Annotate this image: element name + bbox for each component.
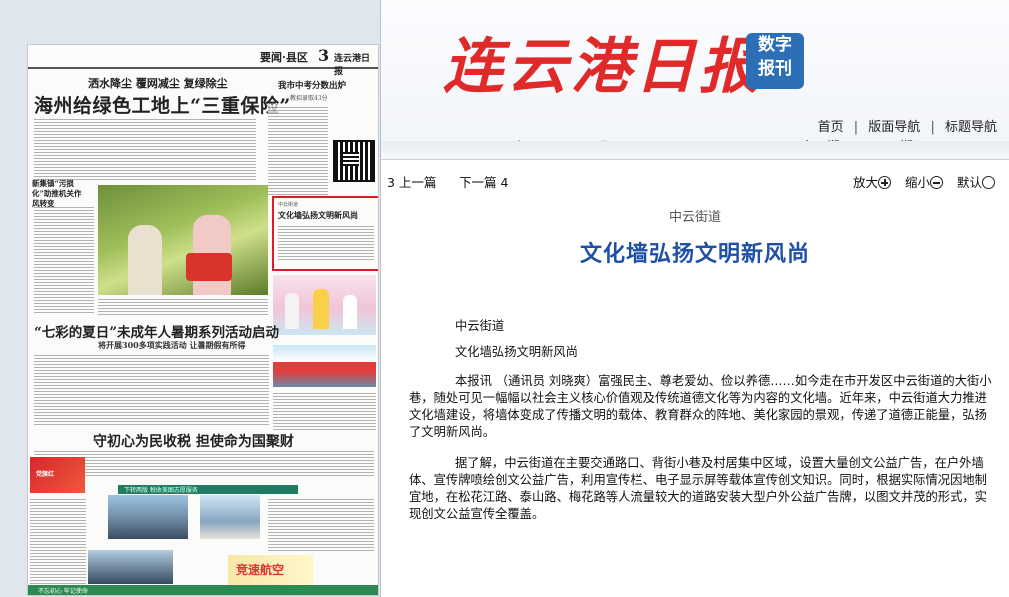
paper-text-block [268, 497, 374, 552]
zoom-default-icon[interactable] [982, 176, 995, 189]
paper-headline-main[interactable]: 海州给绿色工地上“三重保险” [34, 91, 291, 118]
zoom-default-label[interactable]: 默认 [957, 175, 982, 190]
paper-mid-headline[interactable]: “七彩的夏日”未成年人暑期系列活动启动 [34, 321, 279, 341]
article-paragraph: 本报讯 （通讯员 刘晓爽）富强民主、尊老爱幼、俭以养德……如今走在市开发区中云街… [409, 374, 992, 439]
paper-text-block [273, 391, 376, 431]
arrow-right-icon: ◆ [917, 143, 925, 154]
group-photo [88, 550, 173, 584]
nav-home-link[interactable]: 首页 [818, 120, 844, 135]
outdoor-photo [200, 495, 260, 539]
photo-person [285, 293, 299, 329]
paper-text-block [30, 497, 86, 587]
group-photo [108, 495, 188, 539]
paper-side-headline[interactable]: 新集镇“污损化”助推机关作风转变 [32, 179, 82, 209]
next-issue-link[interactable]: 下一期 [874, 140, 913, 155]
event-banner-photo [273, 345, 376, 387]
article-content: 中云街道 文化墙弘扬文明新风尚 中云街道 文化墙弘扬文明新风尚 本报讯 （通讯员… [381, 192, 1009, 597]
zoom-in-icon[interactable] [878, 176, 891, 189]
advertisement-text: 竞速航空 [236, 563, 285, 577]
selected-article-highlight[interactable]: 中云街道 文化墙弘扬文明新风尚 [272, 196, 378, 271]
top-navigation: 首页 | 版面导航 | 标题导航 [818, 116, 997, 135]
paper-section: 要闻·县区 [260, 51, 308, 64]
site-header: 连云港日报 数字 报刊 首页 | 版面导航 | 标题导航 2019年07月01日… [381, 0, 1009, 160]
photo-person [313, 289, 329, 329]
bottom-banner: 不忘初心 牢记使命 [28, 585, 378, 595]
paper-header: 要闻·县区 3 连云港日报 [28, 45, 378, 77]
next-article-link[interactable]: 下一篇 4 [459, 172, 508, 191]
digital-edition-badge: 数字 报刊 [746, 33, 804, 89]
newspaper-page[interactable]: 要闻·县区 3 连云港日报 洒水降尘 覆网减尘 复绿除尘 海州给绿色工地上“三重… [27, 44, 379, 596]
photo-person [128, 225, 162, 295]
article-toolbar: 3 上一篇 下一篇 4 放大 缩小 默认 [381, 168, 1009, 190]
children-activity-photo [273, 275, 376, 335]
paper-right-sub: 教招录取43分 [290, 95, 328, 102]
zoom-out-label[interactable]: 缩小 [905, 175, 930, 190]
grape-harvest-photo [98, 185, 268, 295]
bottom-banner-text: 不忘初心 牢记使命 [38, 588, 88, 595]
zoom-controls: 放大 缩小 默认 [853, 172, 995, 191]
grape-basket [186, 253, 232, 281]
arrow-left-icon: ◆ [789, 143, 797, 154]
paper-text-block [278, 224, 374, 262]
page-thumbnail-panel: 要闻·县区 3 连云港日报 洒水降尘 覆网减尘 复绿除尘 海州给绿色工地上“三重… [0, 0, 381, 597]
highlight-section: 中云街道 [278, 202, 299, 208]
badge-line-1: 数字 [758, 35, 792, 55]
paper-text-block [268, 105, 328, 195]
paper-mid-sub: 将开展300多项实践活动 让暑期假有所得 [98, 340, 246, 350]
paper-logo: 连云港日报 [334, 54, 371, 77]
paper-text-block [34, 449, 374, 477]
zoom-in-label[interactable]: 放大 [853, 175, 878, 190]
green-banner: 下转两版 税收美图志愿服务 [118, 485, 298, 494]
paper-text-block [98, 297, 268, 315]
article-title: 文化墙弘扬文明新风尚 [579, 241, 810, 267]
article-section-label: 中云街道 [668, 210, 721, 225]
qr-code-icon [333, 140, 375, 182]
article-byline-section: 中云街道 [455, 319, 505, 333]
nav-separator: | [853, 120, 859, 135]
article-paragraph: 据了解，中云街道在主要交通路口、背街小巷及村居集中区域，设置大量创文公益广告，在… [409, 456, 987, 521]
paper-low-headline[interactable]: 守初心为民收税 担使命为国聚财 [93, 431, 294, 451]
paper-right-headline[interactable]: 我市中考分数出炉 [278, 79, 346, 91]
nav-page-navigation-link[interactable]: 版面导航 [868, 120, 920, 135]
issue-pager: ◆ 上一期 下一期 ◆ [789, 136, 925, 155]
prev-article-link[interactable]: 3 上一篇 [387, 172, 436, 191]
issue-date: 2019年07月01日 星期一 [482, 140, 625, 154]
paper-text-block [34, 353, 269, 425]
zoom-out-icon[interactable] [930, 176, 943, 189]
highlight-title: 文化墙弘扬文明新风尚 [278, 210, 358, 220]
masthead-logo: 连云港日报 [443, 32, 763, 102]
article-byline-title: 文化墙弘扬文明新风尚 [455, 345, 578, 359]
article-body: 中云街道 文化墙弘扬文明新风尚 本报讯 （通讯员 刘晓爽）富强民主、尊老爱幼、俭… [409, 318, 994, 537]
green-banner-text: 下转两版 税收美图志愿服务 [124, 487, 198, 494]
nav-separator: | [930, 120, 935, 135]
photo-person [343, 295, 357, 329]
advertisement: 竞速航空 [228, 555, 313, 585]
paper-text-block [34, 117, 256, 181]
paper-text-block [34, 205, 94, 315]
badge-line-2: 报刊 [758, 59, 792, 79]
paper-headline-sub[interactable]: 洒水降尘 覆网减尘 复绿除尘 [88, 75, 228, 91]
paper-page-number: 3 [318, 46, 330, 65]
prev-issue-link[interactable]: 上一期 [801, 140, 840, 155]
nav-title-navigation-link[interactable]: 标题导航 [945, 120, 997, 135]
party-flag-photo: 党旗红 [30, 457, 85, 493]
flag-text: 党旗红 [36, 471, 55, 478]
